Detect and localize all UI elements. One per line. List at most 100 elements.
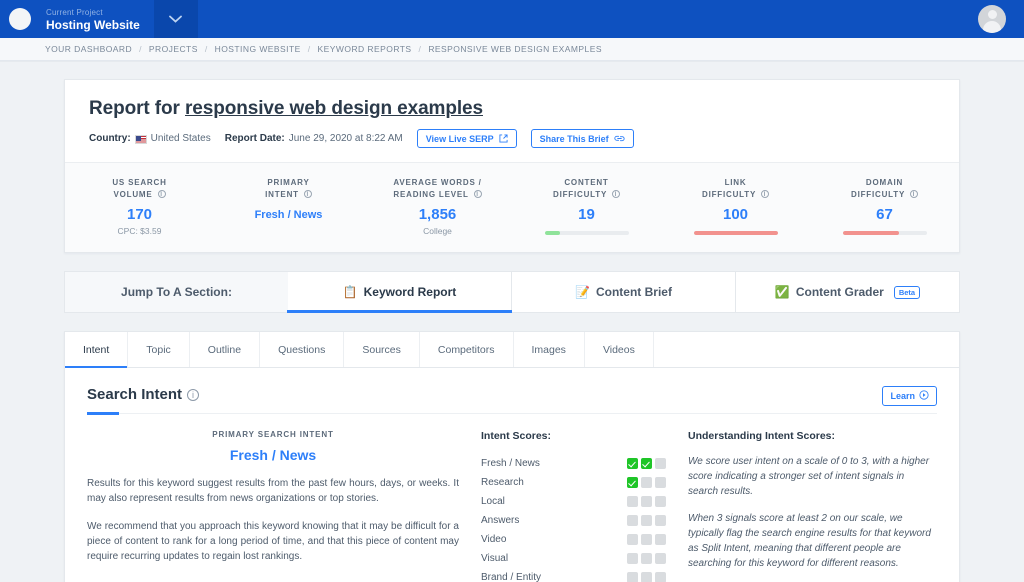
memo-icon: 📝 [575, 285, 590, 299]
subtab-images[interactable]: Images [513, 332, 585, 367]
understanding-paragraph-2: When 3 signals score at least 2 on our s… [688, 513, 931, 569]
page-body: Report for responsive web design example… [0, 62, 1024, 582]
score-box-filled [627, 477, 638, 488]
user-menu-button[interactable] [960, 0, 1024, 38]
current-project-name: Hosting Website [46, 17, 140, 32]
tab-content-grader-label: Content Grader [795, 285, 884, 299]
report-meta: Country: United States Report Date: June… [89, 129, 935, 148]
learn-button-label: Learn [890, 391, 915, 401]
intent-score-boxes [627, 458, 666, 469]
info-icon[interactable]: i [760, 190, 769, 198]
breadcrumb-bar: YOUR DASHBOARD / PROJECTS / HOSTING WEBS… [0, 38, 1024, 62]
intent-scores-list: Fresh / News Research Local Answers Video Vis… [481, 458, 666, 582]
tab-content-brief[interactable]: 📝 Content Brief [512, 271, 736, 313]
metric-domain-difficulty: DOMAIN DIFFICULTY i 67 [810, 177, 959, 236]
score-box-empty [655, 572, 666, 582]
metric-primary-intent: PRIMARY INTENT i Fresh / News [214, 177, 363, 236]
score-box-filled [641, 458, 652, 469]
intent-paragraph-2: We recommend that you approach this keyw… [87, 521, 459, 562]
info-icon[interactable]: i [157, 190, 166, 198]
subtab-questions[interactable]: Questions [260, 332, 345, 367]
subtab-intent[interactable]: Intent [65, 332, 129, 368]
metric-average-words-reading-level: AVERAGE WORDS / READING LEVEL i 1,856 Co… [363, 177, 512, 236]
score-box-empty [641, 496, 652, 507]
intent-score-label: Visual [481, 553, 509, 564]
report-header: Report for responsive web design example… [65, 80, 959, 162]
score-box-filled [627, 458, 638, 469]
learn-button[interactable]: Learn [882, 386, 937, 406]
metrics-strip: US SEARCH VOLUME i 170 CPC: $3.59 PRIMAR… [65, 162, 959, 252]
metric-caption-line1: AVERAGE WORDS / [393, 178, 482, 187]
subtab-sources[interactable]: Sources [344, 332, 420, 367]
metric-caption-line1: LINK [724, 178, 747, 187]
score-box-empty [641, 534, 652, 545]
score-box-empty [627, 553, 638, 564]
primary-intent-column: PRIMARY SEARCH INTENT Fresh / News Resul… [87, 430, 459, 582]
tab-keyword-report-label: Keyword Report [363, 285, 457, 299]
breadcrumb-item-keyword-reports[interactable]: KEYWORD REPORTS [318, 44, 412, 54]
tab-content-grader[interactable]: ✅ Content Grader Beta [736, 271, 960, 313]
score-box-empty [641, 515, 652, 526]
subtab-topic[interactable]: Topic [128, 332, 190, 367]
project-dropdown-button[interactable] [153, 0, 198, 38]
tab-keyword-report[interactable]: 📋 Keyword Report [287, 271, 512, 313]
intent-score-boxes [627, 496, 666, 507]
understanding-intent-title: Understanding Intent Scores: [688, 430, 836, 442]
metric-link-difficulty: LINK DIFFICULTY i 100 [661, 177, 810, 236]
intent-score-boxes [627, 515, 666, 526]
subtab-outline[interactable]: Outline [189, 332, 261, 367]
report-summary-card: Report for responsive web design example… [64, 79, 960, 253]
country-value: United States [150, 133, 211, 144]
breadcrumb-item-hosting-website[interactable]: HOSTING WEBSITE [215, 44, 301, 54]
current-project-selector[interactable]: Current Project Hosting Website [40, 0, 154, 38]
play-circle-icon [919, 390, 929, 402]
info-icon[interactable]: i [611, 190, 620, 198]
intent-score-boxes [627, 534, 666, 545]
report-date-value: June 29, 2020 at 8:22 AM [288, 133, 403, 144]
metric-caption-line2: INTENT [265, 190, 299, 199]
country-label: Country: [89, 133, 131, 144]
subtab-competitors[interactable]: Competitors [419, 332, 514, 367]
intent-score-label: Video [481, 534, 507, 545]
intent-paragraph-1: Results for this keyword suggest results… [87, 478, 459, 504]
section-title: Search Intent i [87, 386, 200, 403]
report-subtabs: Intent Topic Outline Questions Sources C… [65, 332, 959, 368]
info-icon[interactable]: i [473, 190, 482, 198]
app-logo[interactable] [0, 0, 40, 38]
top-navigation-bar: Current Project Hosting Website [0, 0, 1024, 38]
info-icon[interactable]: i [909, 190, 918, 198]
intent-score-boxes [627, 553, 666, 564]
metric-caption-line1: DOMAIN [865, 178, 904, 187]
intent-score-row: Answers [481, 515, 666, 526]
info-icon[interactable]: i [303, 190, 312, 198]
intent-score-boxes [627, 477, 666, 488]
breadcrumb-separator: / [204, 44, 208, 54]
view-live-serp-button[interactable]: View Live SERP [416, 129, 517, 148]
primary-search-intent-caption: PRIMARY SEARCH INTENT [212, 430, 334, 439]
score-box-empty [627, 572, 638, 582]
intent-score-row: Fresh / News [481, 458, 666, 469]
subtab-videos[interactable]: Videos [584, 332, 654, 367]
metric-progress-bar [544, 231, 629, 235]
understanding-paragraph-1: We score user intent on a scale of 0 to … [688, 456, 930, 497]
info-icon[interactable]: i [187, 388, 200, 401]
breadcrumb-item-projects[interactable]: PROJECTS [149, 44, 198, 54]
intent-score-row: Research [481, 477, 666, 488]
metric-caption-line1: PRIMARY [267, 178, 310, 187]
clipboard-icon: 📋 [342, 285, 358, 299]
metric-progress-fill [842, 231, 899, 235]
link-chain-icon [614, 134, 625, 143]
breadcrumb-item-dashboard[interactable]: YOUR DASHBOARD [45, 44, 132, 54]
metric-value: 170 [126, 206, 153, 223]
section-header: Search Intent i Learn [65, 368, 959, 406]
intent-score-boxes [627, 572, 666, 582]
share-this-brief-button[interactable]: Share This Brief [530, 129, 634, 148]
chevron-down-icon [169, 15, 183, 23]
metric-value: 1,856 [418, 206, 457, 223]
metric-caption-line2: VOLUME [113, 190, 153, 199]
breadcrumb-item-current: RESPONSIVE WEB DESIGN EXAMPLES [428, 44, 602, 54]
section-title-text: Search Intent [87, 386, 183, 403]
intent-score-row: Video [481, 534, 666, 545]
score-box-empty [655, 477, 666, 488]
report-content-card: Intent Topic Outline Questions Sources C… [64, 331, 960, 582]
